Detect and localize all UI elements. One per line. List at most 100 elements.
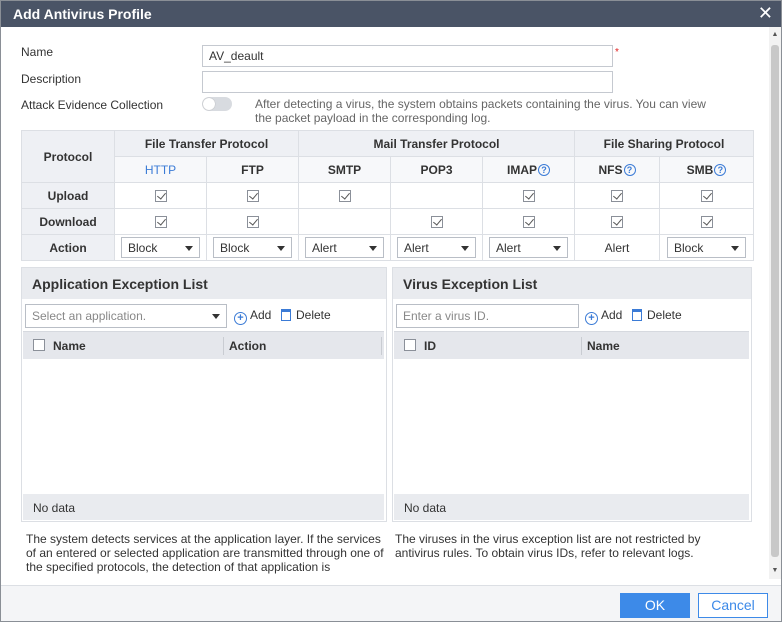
- application-select[interactable]: Select an application.: [25, 304, 227, 328]
- protocol-imap-label: IMAP: [507, 162, 537, 177]
- application-exception-panel: Application Exception List Select an app…: [21, 267, 387, 522]
- plus-icon: +: [585, 312, 598, 325]
- dialog-content: Name AV_deault * Description Attack Evid…: [1, 27, 768, 585]
- description-field[interactable]: [202, 71, 613, 93]
- download-smtp-empty: [298, 208, 391, 235]
- virus-add-label: Add: [601, 308, 623, 322]
- ok-button[interactable]: OK: [620, 593, 690, 618]
- protocol-ftp: FTP: [206, 156, 299, 183]
- action-smtp-value: Alert: [312, 241, 337, 255]
- vertical-scrollbar[interactable]: ▲ ▼: [769, 27, 781, 579]
- group-file-transfer: File Transfer Protocol: [114, 130, 299, 157]
- upload-row: Upload: [21, 182, 754, 209]
- toggle-knob: [203, 98, 215, 110]
- virus-exception-title: Virus Exception List: [393, 268, 751, 299]
- protocol-pop3: POP3: [390, 156, 483, 183]
- help-icon[interactable]: ?: [623, 163, 636, 176]
- protocol-smb-label: SMB: [686, 162, 714, 177]
- virus-col-name: Name: [587, 339, 620, 353]
- evidence-hint: After detecting a virus, the system obta…: [255, 97, 706, 125]
- upload-imap-checkbox[interactable]: [522, 190, 535, 203]
- chevron-down-icon: [553, 246, 561, 251]
- upload-ftp-checkbox[interactable]: [246, 190, 259, 203]
- action-ftp-value: Block: [220, 241, 250, 255]
- column-divider: [223, 337, 224, 355]
- action-nfs-value: Alert: [574, 234, 660, 261]
- virus-add-button[interactable]: + Add: [585, 308, 622, 325]
- name-field[interactable]: AV_deault: [202, 45, 613, 67]
- chevron-down-icon: [185, 246, 193, 251]
- application-exception-title: Application Exception List: [22, 268, 386, 299]
- download-nfs-checkbox[interactable]: [611, 216, 623, 229]
- required-mark: *: [615, 47, 619, 58]
- download-smb-checkbox[interactable]: [700, 216, 713, 229]
- upload-smb-checkbox[interactable]: [700, 190, 713, 203]
- chevron-down-icon: [212, 314, 220, 319]
- chevron-down-icon: [461, 246, 469, 251]
- app-add-button[interactable]: + Add: [234, 308, 271, 325]
- action-smb-select[interactable]: Block: [667, 237, 746, 258]
- help-icon[interactable]: ?: [714, 163, 727, 176]
- action-http-value: Block: [128, 241, 158, 255]
- virus-empty-state: No data: [394, 494, 749, 520]
- download-pop3-checkbox[interactable]: [430, 216, 443, 229]
- action-ftp-select[interactable]: Block: [213, 237, 292, 258]
- virus-delete-label: Delete: [647, 308, 682, 322]
- column-divider: [581, 337, 582, 355]
- help-icon[interactable]: ?: [538, 163, 550, 176]
- virus-grid-header: ID Name: [394, 331, 749, 359]
- app-delete-button[interactable]: Delete: [281, 308, 331, 322]
- description-label: Description: [21, 72, 82, 86]
- scroll-down-icon[interactable]: ▼: [769, 565, 781, 577]
- protocol-http-label[interactable]: HTTP: [145, 163, 176, 177]
- download-http-checkbox[interactable]: [154, 216, 167, 229]
- protocol-imap: IMAP?: [482, 156, 575, 183]
- protocol-smb: SMB?: [659, 156, 754, 183]
- action-imap-select[interactable]: Alert: [489, 237, 568, 258]
- action-label: Action: [21, 234, 115, 261]
- protocol-nfs: NFS?: [574, 156, 660, 183]
- upload-smtp-checkbox[interactable]: [338, 190, 351, 203]
- app-delete-label: Delete: [296, 308, 331, 322]
- app-select-all-checkbox[interactable]: [33, 339, 45, 351]
- download-imap-checkbox[interactable]: [522, 216, 535, 229]
- evidence-label: Attack Evidence Collection: [21, 98, 164, 112]
- application-select-placeholder: Select an application.: [32, 309, 147, 323]
- app-empty-state: No data: [23, 494, 384, 520]
- virus-select-all-checkbox[interactable]: [404, 339, 416, 351]
- upload-nfs-checkbox[interactable]: [611, 190, 623, 203]
- upload-http-checkbox[interactable]: [154, 190, 167, 203]
- download-label: Download: [21, 208, 115, 235]
- group-mail-transfer: Mail Transfer Protocol: [298, 130, 575, 157]
- evidence-toggle[interactable]: [202, 97, 232, 111]
- close-icon[interactable]: ✕: [758, 4, 773, 22]
- chevron-down-icon: [369, 246, 377, 251]
- action-imap-value: Alert: [496, 241, 521, 255]
- upload-pop3-empty: [390, 182, 483, 209]
- scroll-up-icon[interactable]: ▲: [769, 29, 781, 41]
- action-pop3-select[interactable]: Alert: [397, 237, 476, 258]
- plus-icon: +: [234, 312, 247, 325]
- trash-icon: [632, 309, 642, 321]
- cancel-button[interactable]: Cancel: [698, 593, 768, 618]
- virus-delete-button[interactable]: Delete: [632, 308, 682, 322]
- trash-icon: [281, 309, 291, 321]
- protocol-smtp: SMTP: [298, 156, 391, 183]
- protocol-table: Protocol File Transfer Protocol Mail Tra…: [21, 130, 754, 261]
- dialog-footer: OK Cancel: [1, 585, 781, 621]
- app-add-label: Add: [250, 308, 272, 322]
- virus-id-input[interactable]: Enter a virus ID.: [396, 304, 579, 328]
- protocol-http[interactable]: HTTP: [114, 156, 207, 183]
- scrollbar-thumb[interactable]: [771, 45, 779, 557]
- add-antivirus-profile-dialog: Add Antivirus Profile ✕ Name AV_deault *…: [0, 0, 782, 622]
- chevron-down-icon: [731, 246, 739, 251]
- action-http-select[interactable]: Block: [121, 237, 200, 258]
- chevron-down-icon: [277, 246, 285, 251]
- protocol-nfs-label: NFS: [598, 162, 623, 177]
- column-divider: [381, 337, 382, 355]
- download-ftp-checkbox[interactable]: [246, 216, 259, 229]
- dialog-title: Add Antivirus Profile: [13, 6, 152, 22]
- name-label: Name: [21, 45, 54, 59]
- action-smtp-select[interactable]: Alert: [305, 237, 384, 258]
- action-row: Action Block Block Alert Alert Alert Ale…: [21, 234, 754, 261]
